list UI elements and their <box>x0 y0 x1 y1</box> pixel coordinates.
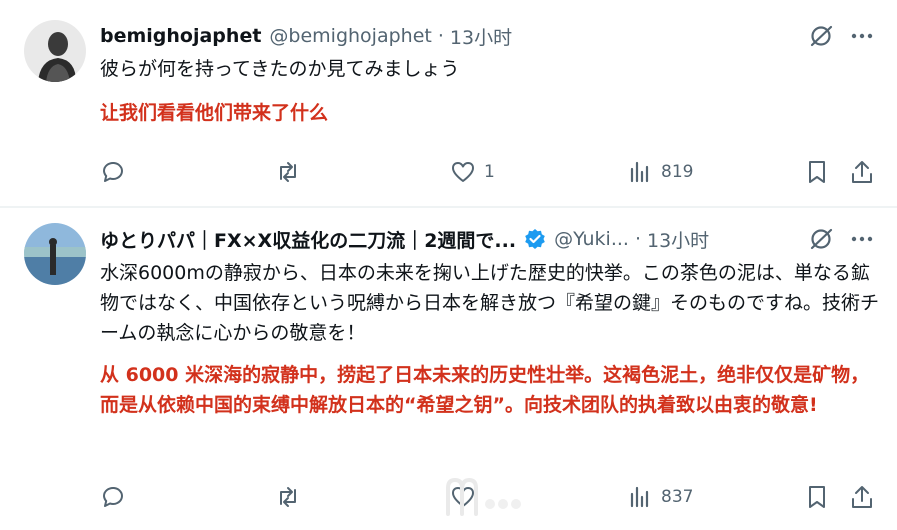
display-name[interactable]: bemighojaphet <box>100 25 261 47</box>
avatar[interactable] <box>24 20 86 82</box>
separator-dot: · <box>437 25 444 47</box>
bookmark-button[interactable] <box>804 157 830 187</box>
timestamp[interactable]: 13小时 <box>450 23 512 50</box>
reply-icon <box>102 161 123 182</box>
more-icon[interactable] <box>849 23 875 49</box>
separator-dot: · <box>634 228 641 250</box>
avatar-image <box>24 223 86 285</box>
more-icon[interactable] <box>849 226 875 252</box>
timestamp[interactable]: 13小时 <box>647 226 709 253</box>
post-text-translation: 从 6000 米深海的寂静中，捞起了日本未来的历史性壮举。这褐色泥土，绝非仅仅是… <box>100 364 870 416</box>
grok-icon[interactable] <box>808 226 834 252</box>
repost-button[interactable] <box>275 482 309 512</box>
post-text-original: 水深6000mの静寂から、日本の未来を掬い上げた歴史的快挙。この茶色の泥は、単な… <box>100 262 880 344</box>
display-name[interactable]: ゆとりパパ｜FX×X収益化の二刀流｜2週間で... <box>100 226 516 253</box>
post-header: ゆとりパパ｜FX×X収益化の二刀流｜2週間で... @Yuki... · 13小… <box>100 225 797 253</box>
reply-icon <box>102 486 123 507</box>
views-icon <box>630 486 649 508</box>
post-body: 彼らが何を持ってきたのか見てみましょう 让我们看看他们带来了什么 <box>100 54 880 128</box>
avatar[interactable] <box>24 223 86 285</box>
repost-icon <box>280 487 296 507</box>
watermark-logo <box>446 477 521 516</box>
views-icon <box>630 161 649 183</box>
post-text-translation: 让我们看看他们带来了什么 <box>100 102 329 124</box>
bookmark-icon <box>809 486 825 508</box>
share-button[interactable] <box>849 157 875 187</box>
user-handle[interactable]: @Yuki... <box>554 228 629 250</box>
bookmark-icon <box>809 161 825 183</box>
post-header: bemighojaphet @bemighojaphet · 13小时 <box>100 22 797 50</box>
like-count: 1 <box>484 162 495 182</box>
share-icon <box>852 161 872 183</box>
repost-icon <box>280 162 296 182</box>
views-count: 819 <box>661 162 694 182</box>
like-icon <box>452 162 474 182</box>
verified-badge-icon <box>525 229 545 249</box>
post-body: 水深6000mの静寂から、日本の未来を掬い上げた歴史的快挙。この茶色の泥は、単な… <box>100 258 880 420</box>
user-handle[interactable]: @bemighojaphet <box>269 25 431 47</box>
views-button[interactable]: 819 <box>627 157 693 187</box>
share-button[interactable] <box>849 482 875 512</box>
views-button[interactable]: 837 <box>627 482 693 512</box>
action-bar: 1 819 <box>100 157 880 187</box>
reply-button[interactable] <box>100 157 134 187</box>
views-count: 837 <box>661 487 694 507</box>
like-button[interactable]: 1 <box>450 157 495 187</box>
post-bemighojaphet[interactable]: bemighojaphet @bemighojaphet · 13小时 彼らが何… <box>0 0 897 208</box>
bookmark-button[interactable] <box>804 482 830 512</box>
share-icon <box>852 486 872 508</box>
grok-icon[interactable] <box>808 23 834 49</box>
reply-button[interactable] <box>100 482 134 512</box>
avatar-image <box>24 20 86 82</box>
repost-button[interactable] <box>275 157 309 187</box>
post-text-original: 彼らが何を持ってきたのか見てみましょう <box>100 58 460 80</box>
